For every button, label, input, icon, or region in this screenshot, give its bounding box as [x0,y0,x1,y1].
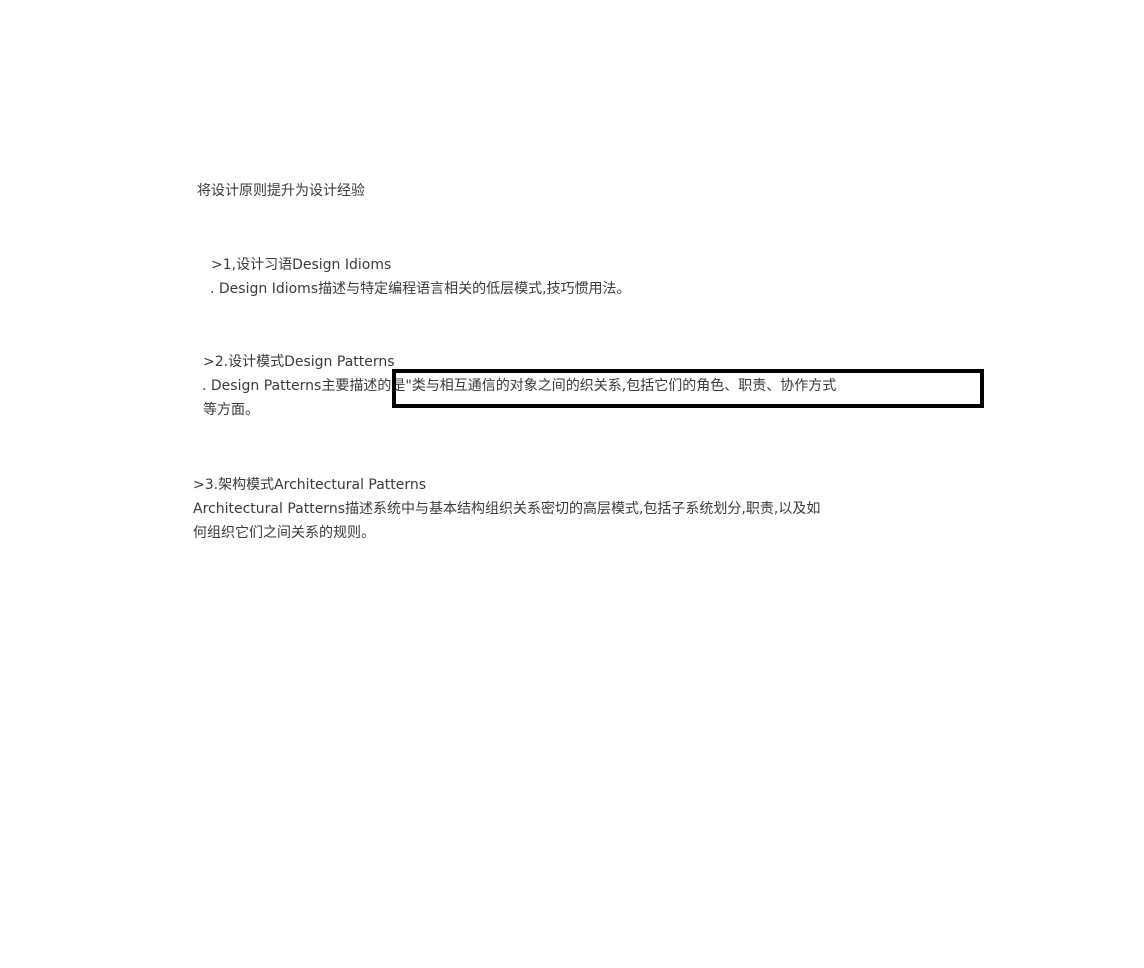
section3-body-line1: Architectural Patterns描述系统中与基本结构组织关系密切的高… [193,501,821,517]
section2-body-continuation: 等方面。 [203,402,259,418]
section3-body-line2: 何组织它们之间关系的规则。 [193,525,375,541]
section1-body: . Design Idioms描述与特定编程语言相关的低层模式,技巧惯用法。 [210,281,631,297]
section2-body-prefix: . Design Patterns主要描述的是 [202,378,406,394]
section3-heading: >3.架构模式Architectural Patterns [193,477,427,493]
section2-body-line1: . Design Patterns主要描述的是"类与相互通信的对象之间的织关系,… [202,376,836,396]
intro-text: 将设计原则提升为设计经验 [197,183,365,199]
section2-body-highlighted: "类与相互通信的对象之间的织关系,包括它们的角色、职责、协作方式 [405,378,837,394]
section1-heading: >1,设计习语Design Idioms [211,257,392,273]
section2-heading: >2.设计模式Design Patterns [203,354,395,370]
